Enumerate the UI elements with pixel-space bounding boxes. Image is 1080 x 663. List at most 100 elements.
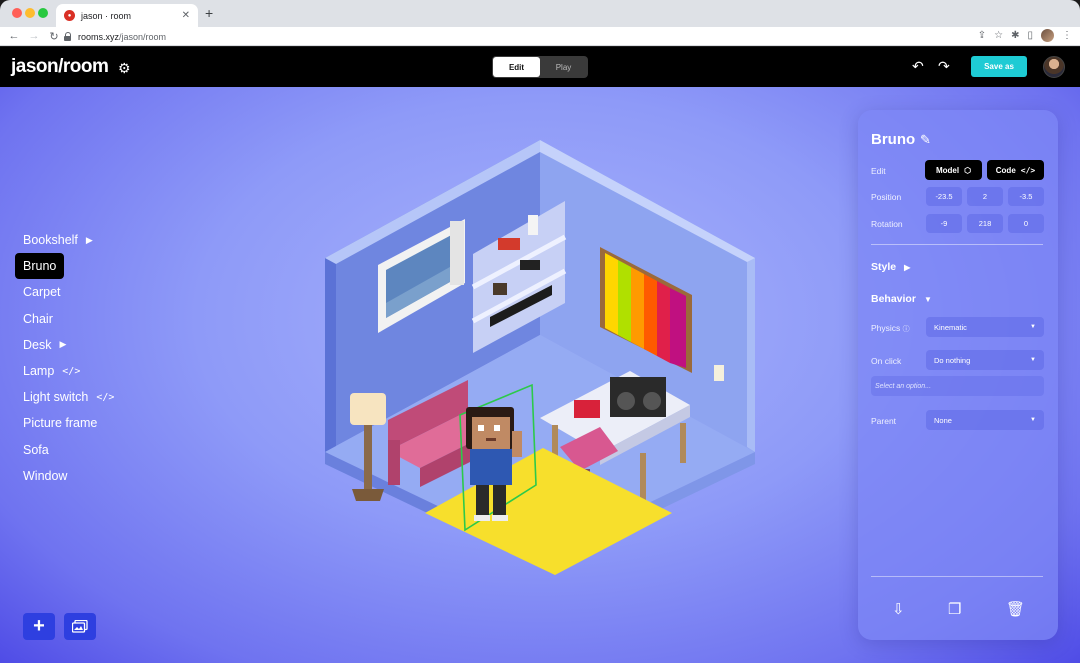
chevron-down-icon: ▼: [1030, 417, 1036, 423]
gear-icon[interactable]: ⚙: [118, 60, 131, 77]
caret-right-icon[interactable]: ▶: [59, 339, 66, 350]
rotation-z-field[interactable]: 0: [1008, 214, 1044, 233]
user-avatar[interactable]: [1043, 56, 1065, 78]
physics-select[interactable]: Kinematic ▼: [926, 317, 1044, 337]
object-item-bruno[interactable]: Bruno: [15, 253, 65, 280]
gallery-button[interactable]: [64, 613, 96, 640]
object-item-bookshelf[interactable]: Bookshelf ▶: [15, 227, 101, 253]
close-window-button[interactable]: [12, 8, 22, 18]
parent-select[interactable]: None ▼: [926, 410, 1044, 430]
onclick-label: On click: [871, 356, 902, 366]
shelf-phone: [498, 238, 520, 250]
duplicate-icon[interactable]: ❐: [948, 600, 961, 618]
back-icon[interactable]: ←: [4, 30, 24, 42]
lock-icon: [64, 32, 72, 41]
edit-model-button[interactable]: Model ⬡: [925, 160, 982, 180]
forward-icon[interactable]: →: [24, 30, 44, 42]
maximize-window-button[interactable]: [38, 8, 48, 18]
right-wall-edge: [747, 254, 755, 452]
rotation-label: Rotation: [871, 219, 903, 229]
position-x-field[interactable]: -23.5: [926, 187, 962, 206]
edit-mode-button[interactable]: Edit: [493, 57, 540, 77]
tab-title: jason · room: [81, 10, 132, 21]
object-item-light-switch[interactable]: Light switch </>: [15, 384, 122, 410]
rotation-x-field[interactable]: -9: [926, 214, 962, 233]
inspector-panel: Bruno ✎ Edit Model ⬡ Code </> Position -…: [858, 110, 1058, 640]
object-item-picture-frame[interactable]: Picture frame: [15, 410, 105, 436]
object-item-label: Bruno: [23, 259, 57, 274]
style-label: Style: [871, 261, 897, 273]
onclick-option-field[interactable]: Select an option...: [871, 376, 1044, 396]
object-item-chair[interactable]: Chair: [15, 306, 61, 332]
shelf-camera: [493, 283, 507, 295]
behavior-section-toggle[interactable]: Behavior ▼: [871, 293, 932, 305]
caret-right-icon[interactable]: ▶: [86, 235, 93, 246]
favicon-icon: ●: [64, 10, 75, 21]
more-menu-icon[interactable]: ⋮: [1062, 30, 1072, 41]
undo-icon[interactable]: ↶: [912, 58, 924, 75]
position-z-field[interactable]: -3.5: [1008, 187, 1044, 206]
code-brackets-icon: </>: [96, 391, 115, 403]
position-label: Position: [871, 192, 902, 202]
object-item-label: Bookshelf: [23, 233, 78, 248]
minimize-window-button[interactable]: [25, 8, 35, 18]
chevron-down-icon: ▼: [1030, 357, 1036, 363]
position-y-field[interactable]: 2: [967, 187, 1003, 206]
light-switch: [714, 365, 724, 381]
window-curtain: [450, 221, 464, 285]
browser-tab-strip: ● jason · room ✕ +: [0, 0, 1080, 27]
browser-toolbar: ← → ↻ rooms.xyz/jason/room ⇪ ☆ ✱ ▯ ⋮: [0, 27, 1080, 46]
plus-icon: +: [33, 615, 45, 637]
reload-icon[interactable]: ↻: [44, 30, 64, 43]
move-down-icon[interactable]: ⇩: [892, 600, 905, 618]
lamp-shade: [350, 393, 386, 425]
profile-avatar[interactable]: [1041, 29, 1054, 42]
room-3d-view[interactable]: [300, 135, 760, 575]
edit-label: Edit: [871, 166, 886, 176]
scene-canvas[interactable]: Bookshelf ▶ Bruno Carpet Chair Desk ▶ Lamp </> Li…: [0, 87, 1080, 663]
object-item-label: Window: [23, 468, 68, 483]
caret-down-icon: ▼: [923, 294, 932, 304]
onclick-select[interactable]: Do nothing ▼: [926, 350, 1044, 370]
redo-icon[interactable]: ↷: [938, 58, 950, 75]
object-item-window[interactable]: Window: [15, 463, 75, 489]
add-object-button[interactable]: +: [23, 613, 55, 640]
share-icon[interactable]: ⇪: [978, 30, 986, 41]
code-brackets-icon: </>: [1020, 165, 1036, 175]
url-path: /jason/room: [119, 31, 167, 42]
edit-code-button[interactable]: Code </>: [987, 160, 1044, 180]
play-mode-button[interactable]: Play: [540, 57, 587, 77]
code-label: Code: [995, 165, 1016, 175]
url-host: rooms.xyz: [78, 31, 120, 42]
rename-pencil-icon[interactable]: ✎: [920, 132, 931, 148]
rotation-y-field[interactable]: 218: [967, 214, 1003, 233]
parent-label: Parent: [871, 416, 897, 426]
object-item-desk[interactable]: Desk ▶: [15, 332, 74, 358]
divider: [871, 576, 1043, 577]
parent-value: None: [934, 415, 952, 425]
trash-icon[interactable]: 🗑: [1006, 600, 1025, 618]
object-item-lamp[interactable]: Lamp </>: [15, 358, 88, 384]
close-tab-icon[interactable]: ✕: [182, 10, 190, 21]
shelf-figure: [528, 215, 538, 235]
info-icon[interactable]: ⓘ: [903, 326, 910, 333]
object-name: Bruno: [871, 131, 916, 148]
left-wall-edge: [325, 253, 336, 457]
room-title: jason/room: [11, 56, 109, 77]
app-header: jason/room ⚙ Edit Play ↶ ↷ Save as: [0, 47, 1080, 87]
style-section-toggle[interactable]: Style ▶: [871, 261, 910, 273]
new-tab-icon[interactable]: +: [205, 6, 213, 20]
object-item-carpet[interactable]: Carpet: [15, 279, 69, 305]
object-item-label: Picture frame: [23, 416, 98, 431]
extensions-icon[interactable]: ✱: [1011, 30, 1019, 41]
object-item-label: Chair: [23, 311, 53, 326]
gallery-icon: [72, 620, 88, 633]
browser-tab[interactable]: ● jason · room ✕: [56, 4, 198, 27]
sidebar-icon[interactable]: ▯: [1027, 30, 1033, 41]
model-label: Model: [935, 165, 960, 175]
bookmark-star-icon[interactable]: ☆: [994, 30, 1003, 41]
onclick-value: Do nothing: [934, 355, 971, 365]
object-item-sofa[interactable]: Sofa: [15, 437, 57, 463]
save-as-button[interactable]: Save as: [971, 56, 1027, 77]
address-bar[interactable]: rooms.xyz/jason/room: [64, 29, 994, 44]
